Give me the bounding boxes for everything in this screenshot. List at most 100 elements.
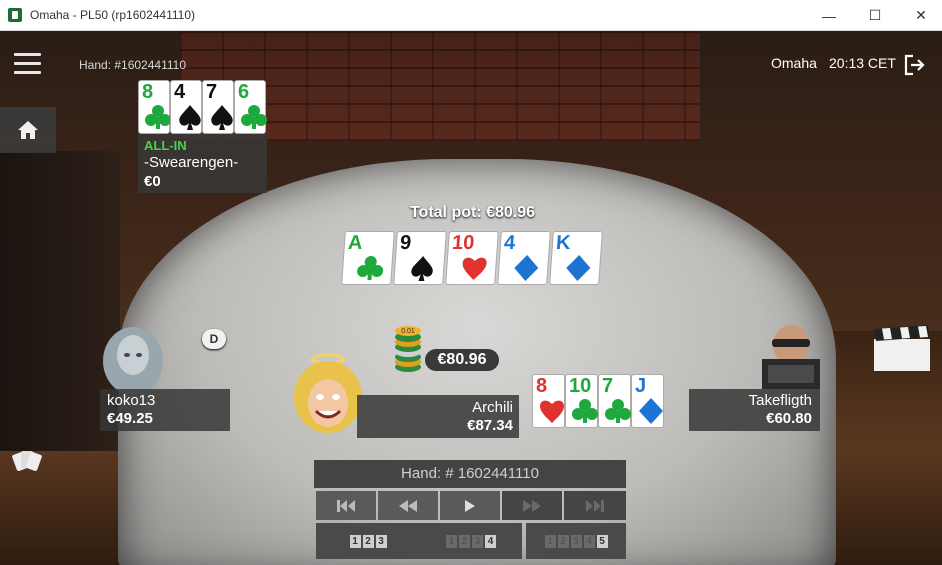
minimize-button[interactable]: —	[806, 0, 852, 31]
chip-stack-icon: 0.01	[395, 326, 421, 372]
heart-suit-icon	[462, 257, 487, 280]
exit-icon[interactable]	[904, 54, 926, 76]
club-suit-icon	[145, 105, 171, 129]
card-rank: 8	[142, 81, 154, 103]
club-suit-icon	[605, 399, 631, 423]
first-button[interactable]	[316, 491, 376, 520]
replay-hand-label: Hand: # 1602441110	[314, 460, 626, 488]
swearengen-card: 7	[202, 80, 234, 134]
board-card: 10	[445, 231, 499, 285]
player-name: Archili	[472, 399, 513, 416]
player-stack: €60.80	[766, 410, 812, 427]
player-name: koko13	[107, 392, 156, 409]
speed-digit: 5	[596, 534, 608, 548]
poker-table-scene: Hand: #1602441110 Omaha 20:13 CET 8476 A…	[0, 31, 942, 565]
card-rank: J	[635, 375, 647, 397]
club-suit-icon	[241, 105, 267, 129]
clapperboard-icon	[874, 325, 930, 371]
window-title: Omaha - PL50 (rp1602441110)	[30, 8, 195, 22]
card-rank: 8	[536, 375, 548, 397]
hand-number-label: Hand: #1602441110	[79, 58, 186, 72]
card-rank: 4	[174, 81, 186, 103]
speed-digit: 3	[472, 534, 483, 548]
archili-card: 10	[565, 374, 598, 428]
diamond-suit-icon	[566, 255, 591, 281]
forward-button[interactable]	[502, 491, 562, 520]
archili-card: 7	[598, 374, 631, 428]
takefligth-avatar	[762, 325, 820, 389]
pot-bet-amount: €80.96	[425, 349, 499, 371]
chip-denomination: 0.01	[401, 328, 415, 335]
card-rank: 7	[206, 81, 218, 103]
diamond-suit-icon	[639, 398, 663, 424]
player-stack: €49.25	[107, 410, 153, 427]
close-button[interactable]: ✕	[898, 0, 942, 31]
total-pot-label: Total pot: €80.96	[409, 204, 536, 221]
archili-card: J	[631, 374, 664, 428]
speed-digit: 1	[544, 534, 556, 548]
cards-icon[interactable]	[12, 447, 42, 473]
card-rank: 10	[451, 232, 476, 254]
spade-suit-icon	[411, 256, 433, 281]
card-rank: 7	[602, 375, 614, 397]
heart-suit-icon	[540, 400, 564, 423]
board-card: K	[549, 231, 603, 285]
diamond-suit-icon	[514, 255, 539, 281]
card-rank: A	[347, 232, 364, 254]
speed-digit: 1	[349, 534, 361, 548]
speed-digit: 2	[459, 534, 470, 548]
speed-option-3[interactable]: 12345	[526, 523, 626, 559]
spade-suit-icon	[211, 105, 233, 130]
rewind-icon	[399, 499, 417, 512]
speed-option-2[interactable]: 1234	[420, 523, 522, 559]
clock-label: 20:13 CET	[829, 55, 896, 71]
speed-digit: 2	[362, 534, 374, 548]
maximize-button[interactable]: ☐	[852, 0, 898, 31]
card-rank: 10	[569, 375, 592, 397]
koko13-info-panel: koko13 €49.25	[100, 389, 230, 431]
archili-avatar	[294, 353, 362, 433]
first-icon	[337, 499, 355, 512]
card-rank: 4	[503, 232, 516, 254]
home-button[interactable]	[0, 107, 56, 153]
spade-suit-icon	[179, 105, 201, 130]
koko13-avatar	[103, 327, 163, 395]
board-card: A	[341, 231, 395, 285]
archili-info-panel: Archili €87.34	[357, 395, 519, 438]
window-titlebar: Omaha - PL50 (rp1602441110) — ☐ ✕	[0, 0, 942, 31]
speed-digit: 4	[485, 534, 496, 548]
speed-digit: 3	[570, 534, 582, 548]
hamburger-menu-icon[interactable]	[14, 53, 41, 75]
club-suit-icon	[572, 399, 598, 423]
takefligth-info-panel: Takefligth €60.80	[689, 389, 820, 431]
home-icon	[18, 121, 38, 139]
speed-digit: 4	[583, 534, 595, 548]
last-icon	[586, 499, 604, 512]
club-suit-icon	[357, 256, 384, 280]
last-button[interactable]	[564, 491, 626, 520]
rewind-button[interactable]	[378, 491, 438, 520]
speed-digit: 3	[375, 534, 387, 548]
swearengen-card: 6	[234, 80, 267, 134]
card-rank: K	[555, 232, 572, 254]
play-icon	[465, 499, 475, 512]
play-button[interactable]	[440, 491, 500, 520]
swearengen-info-panel: ALL-IN -Swearengen- €0	[138, 134, 267, 193]
swearengen-card: 8	[138, 80, 171, 134]
speed-option-1[interactable]: 123	[316, 523, 420, 559]
player-stack: €87.34	[467, 417, 513, 434]
swearengen-card: 4	[170, 80, 202, 134]
forward-icon	[523, 499, 541, 512]
card-rank: 9	[399, 232, 412, 254]
app-logo-icon	[8, 8, 22, 22]
allin-badge: ALL-IN	[144, 138, 187, 153]
dealer-button: D	[202, 329, 226, 349]
speed-digit: 1	[446, 534, 457, 548]
game-type-label: Omaha	[771, 55, 817, 71]
player-name: Takefligth	[748, 392, 812, 409]
board-card: 9	[393, 231, 447, 285]
board-card: 4	[497, 231, 551, 285]
player-name: -Swearengen-	[144, 154, 239, 171]
speed-digit: 2	[557, 534, 569, 548]
card-rank: 6	[238, 81, 250, 103]
